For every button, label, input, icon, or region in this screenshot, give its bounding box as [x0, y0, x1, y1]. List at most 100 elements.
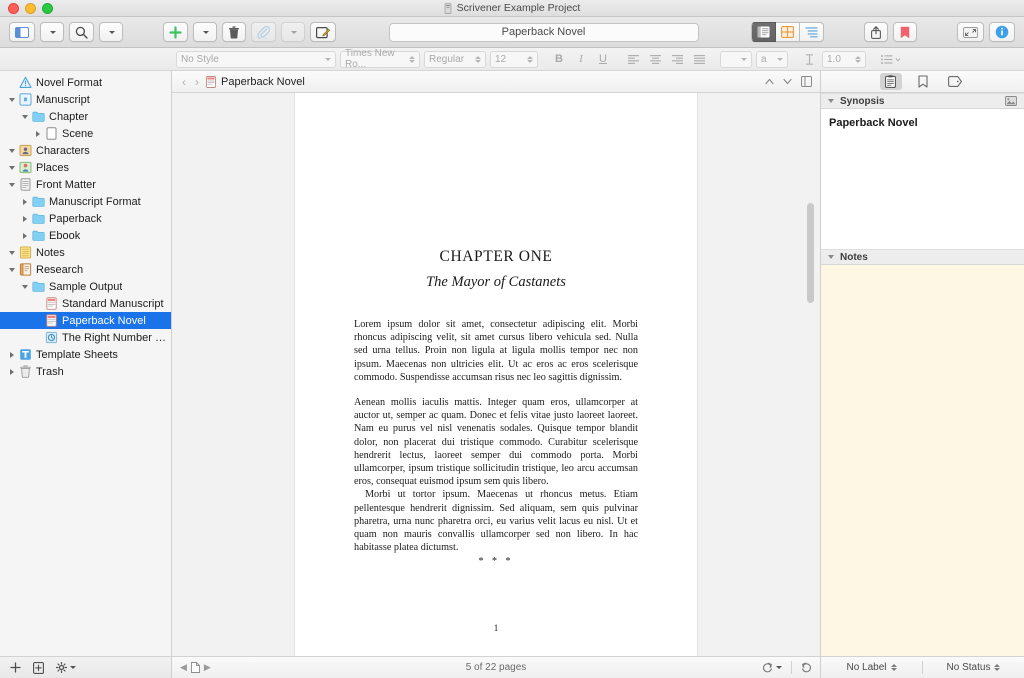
binder-item-research[interactable]: Research — [0, 261, 171, 278]
view-toggle-button[interactable] — [9, 22, 35, 42]
list-style-button[interactable] — [878, 51, 904, 68]
split-editor-button[interactable] — [801, 76, 812, 87]
search-button[interactable] — [69, 22, 94, 42]
binder-item-paperback[interactable]: Paperback — [0, 210, 171, 227]
bookmark-button[interactable] — [893, 22, 917, 42]
synopsis-header[interactable]: Synopsis — [821, 93, 1024, 109]
attachment-button[interactable] — [251, 22, 276, 42]
binder-item-manuscript[interactable]: Manuscript — [0, 91, 171, 108]
pdf-icon — [43, 314, 59, 327]
binder-item-label: Notes — [36, 246, 65, 259]
align-left-button[interactable] — [624, 51, 642, 68]
attachment-menu-button[interactable] — [281, 22, 305, 42]
font-size-select[interactable]: 12 — [490, 50, 538, 68]
disclosure-open-icon[interactable] — [19, 284, 30, 289]
add-item-button[interactable] — [10, 662, 21, 673]
align-right-button[interactable] — [668, 51, 686, 68]
share-button[interactable] — [864, 22, 888, 42]
next-document-button[interactable] — [783, 78, 792, 85]
text-color-select[interactable] — [720, 50, 752, 68]
trash-button[interactable] — [222, 22, 246, 42]
binder-item-manuscript-format[interactable]: Manuscript Format — [0, 193, 171, 210]
close-window-button[interactable] — [8, 2, 19, 14]
disclosure-open-icon[interactable] — [6, 267, 17, 272]
refresh-button[interactable] — [801, 662, 812, 674]
disclosure-open-icon[interactable] — [6, 148, 17, 153]
binder-list[interactable]: Novel Format Manuscript Chapter Scene Charac… — [0, 71, 171, 656]
binder-item-trash[interactable]: Trash — [0, 363, 171, 380]
document-view-button[interactable] — [751, 22, 776, 42]
composition-mode-button[interactable] — [957, 22, 984, 42]
previous-document-button[interactable] — [765, 78, 774, 85]
disclosure-closed-icon[interactable] — [19, 198, 30, 205]
inspector-tab-notes[interactable] — [879, 73, 902, 90]
editor-body[interactable]: CHAPTER ONE The Mayor of Castanets Lorem… — [172, 93, 820, 656]
disclosure-closed-icon[interactable] — [32, 130, 43, 137]
italic-button[interactable]: I — [572, 51, 590, 68]
align-justify-button[interactable] — [690, 51, 708, 68]
disclosure-open-icon[interactable] — [6, 182, 17, 187]
view-toggle-menu-button[interactable] — [40, 22, 64, 42]
add-menu-button[interactable] — [193, 22, 217, 42]
highlight-color-select[interactable]: a — [756, 50, 788, 68]
previous-page-button[interactable]: ◀ — [180, 662, 187, 673]
inspector-toggle-button[interactable] — [989, 22, 1015, 42]
maximize-window-button[interactable] — [42, 2, 53, 14]
image-icon[interactable] — [1005, 96, 1017, 106]
corkboard-view-button[interactable] — [776, 22, 800, 42]
disclosure-open-icon[interactable] — [6, 97, 17, 102]
underline-button[interactable]: U — [594, 51, 612, 68]
binder-item-paperback-novel[interactable]: Paperback Novel — [0, 312, 171, 329]
label-select[interactable]: No Label — [821, 662, 922, 673]
binder-item-the-right-number-of-cups[interactable]: The Right Number of Cups - — [0, 329, 171, 346]
notes-body[interactable] — [821, 265, 1024, 656]
disclosure-closed-icon[interactable] — [6, 351, 17, 358]
binder-item-novel-format[interactable]: Novel Format — [0, 74, 171, 91]
line-height-select[interactable]: 1.0 — [822, 50, 866, 68]
disclosure-closed-icon[interactable] — [19, 232, 30, 239]
font-weight-select[interactable]: Regular — [424, 50, 486, 68]
outline-view-button[interactable] — [800, 22, 824, 42]
font-family-select[interactable]: Times New Ro... — [340, 48, 420, 70]
forward-button[interactable]: › — [193, 75, 201, 89]
compose-button[interactable] — [310, 22, 336, 42]
back-button[interactable]: ‹ — [180, 75, 188, 89]
folder-icon — [30, 195, 46, 208]
binder-item-scene[interactable]: Scene — [0, 125, 171, 142]
binder-item-front-matter[interactable]: Front Matter — [0, 176, 171, 193]
disclosure-closed-icon[interactable] — [19, 215, 30, 222]
reload-options-button[interactable] — [762, 662, 782, 673]
disclosure-closed-icon[interactable] — [6, 368, 17, 375]
binder-item-template-sheets[interactable]: Template Sheets — [0, 346, 171, 363]
editor-scrollbar[interactable] — [807, 203, 814, 303]
document-paragraph: Morbi ut tortor ipsum. Maecenas ut rhonc… — [354, 489, 638, 554]
binder-item-characters[interactable]: Characters — [0, 142, 171, 159]
document-title-field[interactable]: Paperback Novel — [388, 22, 699, 42]
add-button[interactable] — [163, 22, 188, 42]
status-select[interactable]: No Status — [923, 662, 1024, 673]
minimize-window-button[interactable] — [25, 2, 36, 14]
chevron-down-icon — [325, 57, 331, 61]
binder-item-ebook[interactable]: Ebook — [0, 227, 171, 244]
binder-item-places[interactable]: Places — [0, 159, 171, 176]
disclosure-open-icon[interactable] — [6, 165, 17, 170]
paragraph-style-select[interactable]: No Style — [176, 50, 336, 68]
notes-header[interactable]: Notes — [821, 249, 1024, 265]
binder-item-standard-manuscript[interactable]: Standard Manuscript — [0, 295, 171, 312]
search-menu-button[interactable] — [99, 22, 123, 42]
bold-button[interactable]: B — [550, 51, 568, 68]
disclosure-open-icon[interactable] — [6, 250, 17, 255]
next-page-button[interactable]: ▶ — [204, 662, 211, 673]
synopsis-body[interactable]: Paperback Novel — [821, 109, 1024, 249]
document-page[interactable]: CHAPTER ONE The Mayor of Castanets Lorem… — [295, 93, 697, 656]
binder-item-notes[interactable]: Notes — [0, 244, 171, 261]
inspector-tab-bookmarks[interactable] — [912, 73, 934, 90]
binder-item-sample-output[interactable]: Sample Output — [0, 278, 171, 295]
binder-item-chapter[interactable]: Chapter — [0, 108, 171, 125]
document-content[interactable]: CHAPTER ONE The Mayor of Castanets Lorem… — [295, 93, 697, 567]
inspector-tab-keywords[interactable] — [944, 73, 966, 90]
add-folder-button[interactable] — [33, 661, 44, 674]
project-settings-button[interactable] — [56, 662, 76, 673]
align-center-button[interactable] — [646, 51, 664, 68]
disclosure-open-icon[interactable] — [19, 114, 30, 119]
